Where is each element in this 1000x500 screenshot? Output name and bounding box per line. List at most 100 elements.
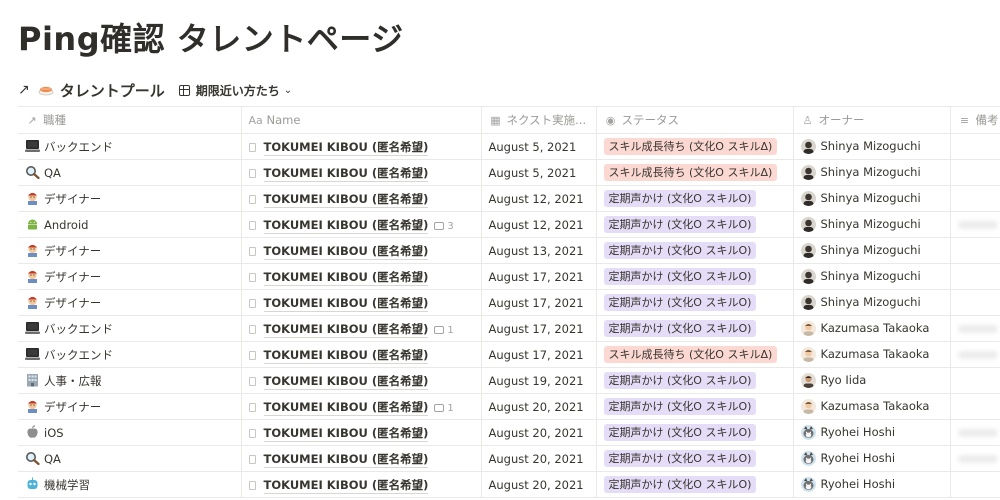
table-row[interactable]: Android TOKUMEI KIBOU (匿名希望) 3 August 12, 2… [18,211,1000,238]
database-title[interactable]: タレントプール [60,80,165,101]
note-cell[interactable] [950,211,1000,238]
comment-count[interactable]: 1 [434,325,454,336]
status-cell[interactable]: 定期声かけ (文化O スキルO) [596,289,794,316]
comment-count[interactable]: 3 [434,221,454,232]
comment-count[interactable]: 1 [434,403,454,414]
name-cell[interactable]: TOKUMEI KIBOU (匿名希望) [241,133,482,160]
table-row[interactable]: バックエンド TOKUMEI KIBOU (匿名希望) August 17, 202… [18,341,1000,368]
name-cell[interactable]: TOKUMEI KIBOU (匿名希望) [241,185,482,212]
next-date-cell[interactable]: August 20, 2021 [481,445,597,472]
owner-cell[interactable]: Ryohei Hoshi [793,445,951,472]
candidate-name-link[interactable]: TOKUMEI KIBOU (匿名希望) [263,451,429,468]
owner-cell[interactable]: Shinya Mizoguchi [793,263,951,290]
job-cell[interactable]: デザイナー [18,237,242,264]
table-row[interactable]: バックエンド TOKUMEI KIBOU (匿名希望) August 5, 2021… [18,133,1000,160]
table-row[interactable]: デザイナー TOKUMEI KIBOU (匿名希望) August 12, 2021… [18,185,1000,212]
note-cell[interactable] [950,315,1000,342]
job-cell[interactable]: QA [18,445,242,472]
link-arrow-icon[interactable]: ↗ [18,82,30,98]
job-cell[interactable]: デザイナー [18,289,242,316]
status-cell[interactable]: 定期声かけ (文化O スキルO) [596,445,794,472]
job-cell[interactable]: Android [18,211,242,238]
note-cell[interactable] [950,133,1000,160]
note-cell[interactable] [950,341,1000,368]
owner-cell[interactable]: Kazumasa Takaoka [793,315,951,342]
note-cell[interactable] [950,289,1000,316]
owner-cell[interactable]: Shinya Mizoguchi [793,133,951,160]
note-cell[interactable] [950,471,1000,498]
next-date-cell[interactable]: August 12, 2021 [481,211,597,238]
candidate-name-link[interactable]: TOKUMEI KIBOU (匿名希望) [263,217,429,234]
name-cell[interactable]: TOKUMEI KIBOU (匿名希望) [241,263,482,290]
owner-cell[interactable]: Ryohei Hoshi [793,419,951,446]
status-cell[interactable]: スキル成長待ち (文化O スキルΔ) [596,133,794,160]
column-header-2[interactable]: ▦ ネクスト実施... [481,106,597,134]
status-cell[interactable]: 定期声かけ (文化O スキルO) [596,419,794,446]
table-row[interactable]: デザイナー TOKUMEI KIBOU (匿名希望) 1 August 20, 202… [18,393,1000,420]
name-cell[interactable]: TOKUMEI KIBOU (匿名希望) 1 [241,393,482,420]
status-cell[interactable]: スキル成長待ち (文化O スキルΔ) [596,159,794,186]
candidate-name-link[interactable]: TOKUMEI KIBOU (匿名希望) [263,347,429,364]
owner-cell[interactable]: Shinya Mizoguchi [793,159,951,186]
next-date-cell[interactable]: August 20, 2021 [481,393,597,420]
job-cell[interactable]: iOS [18,419,242,446]
job-cell[interactable]: バックエンド [18,341,242,368]
job-cell[interactable]: デザイナー [18,185,242,212]
job-cell[interactable]: デザイナー [18,393,242,420]
note-cell[interactable] [950,263,1000,290]
next-date-cell[interactable]: August 20, 2021 [481,471,597,498]
next-date-cell[interactable]: August 17, 2021 [481,341,597,368]
candidate-name-link[interactable]: TOKUMEI KIBOU (匿名希望) [263,373,429,390]
note-cell[interactable] [950,393,1000,420]
table-row[interactable]: デザイナー TOKUMEI KIBOU (匿名希望) August 17, 2021… [18,263,1000,290]
candidate-name-link[interactable]: TOKUMEI KIBOU (匿名希望) [263,321,429,338]
job-cell[interactable]: バックエンド [18,315,242,342]
name-cell[interactable]: TOKUMEI KIBOU (匿名希望) [241,367,482,394]
status-cell[interactable]: 定期声かけ (文化O スキルO) [596,211,794,238]
status-cell[interactable]: 定期声かけ (文化O スキルO) [596,367,794,394]
column-header-4[interactable]: ♙ オーナー [793,106,951,134]
table-row[interactable]: iOS TOKUMEI KIBOU (匿名希望) August 20, 2021 定期… [18,419,1000,446]
candidate-name-link[interactable]: TOKUMEI KIBOU (匿名希望) [263,399,429,416]
column-header-3[interactable]: ◉ ステータス [596,106,794,134]
name-cell[interactable]: TOKUMEI KIBOU (匿名希望) 3 [241,211,482,238]
name-cell[interactable]: TOKUMEI KIBOU (匿名希望) [241,419,482,446]
name-cell[interactable]: TOKUMEI KIBOU (匿名希望) [241,445,482,472]
table-row[interactable]: デザイナー TOKUMEI KIBOU (匿名希望) August 13, 2021… [18,237,1000,264]
job-cell[interactable]: デザイナー [18,263,242,290]
candidate-name-link[interactable]: TOKUMEI KIBOU (匿名希望) [263,295,429,312]
owner-cell[interactable]: Shinya Mizoguchi [793,185,951,212]
status-cell[interactable]: 定期声かけ (文化O スキルO) [596,471,794,498]
table-row[interactable]: QA TOKUMEI KIBOU (匿名希望) August 5, 2021 スキル成… [18,159,1000,186]
job-cell[interactable]: 人事・広報 [18,367,242,394]
table-row[interactable]: デザイナー TOKUMEI KIBOU (匿名希望) August 17, 2021… [18,289,1000,316]
note-cell[interactable] [950,237,1000,264]
job-cell[interactable]: 機械学習 [18,471,242,498]
owner-cell[interactable]: Shinya Mizoguchi [793,211,951,238]
name-cell[interactable]: TOKUMEI KIBOU (匿名希望) [241,159,482,186]
name-cell[interactable]: TOKUMEI KIBOU (匿名希望) [241,341,482,368]
name-cell[interactable]: TOKUMEI KIBOU (匿名希望) [241,471,482,498]
job-cell[interactable]: バックエンド [18,133,242,160]
next-date-cell[interactable]: August 12, 2021 [481,185,597,212]
name-cell[interactable]: TOKUMEI KIBOU (匿名希望) [241,289,482,316]
owner-cell[interactable]: Ryo Iida [793,367,951,394]
next-date-cell[interactable]: August 5, 2021 [481,159,597,186]
status-cell[interactable]: 定期声かけ (文化O スキルO) [596,315,794,342]
table-row[interactable]: 人事・広報 TOKUMEI KIBOU (匿名希望) August 19, 2021… [18,367,1000,394]
column-header-0[interactable]: ↗ 職種 [18,106,242,134]
next-date-cell[interactable]: August 17, 2021 [481,315,597,342]
note-cell[interactable] [950,419,1000,446]
note-cell[interactable] [950,159,1000,186]
table-row[interactable]: QA TOKUMEI KIBOU (匿名希望) August 20, 2021 定期声… [18,445,1000,472]
candidate-name-link[interactable]: TOKUMEI KIBOU (匿名希望) [263,425,429,442]
status-cell[interactable]: 定期声かけ (文化O スキルO) [596,237,794,264]
status-cell[interactable]: 定期声かけ (文化O スキルO) [596,185,794,212]
owner-cell[interactable]: Shinya Mizoguchi [793,289,951,316]
table-row[interactable]: 機械学習 TOKUMEI KIBOU (匿名希望) August 20, 2021 定… [18,471,1000,498]
name-cell[interactable]: TOKUMEI KIBOU (匿名希望) 1 [241,315,482,342]
next-date-cell[interactable]: August 20, 2021 [481,419,597,446]
status-cell[interactable]: 定期声かけ (文化O スキルO) [596,393,794,420]
next-date-cell[interactable]: August 13, 2021 [481,237,597,264]
candidate-name-link[interactable]: TOKUMEI KIBOU (匿名希望) [263,269,429,286]
